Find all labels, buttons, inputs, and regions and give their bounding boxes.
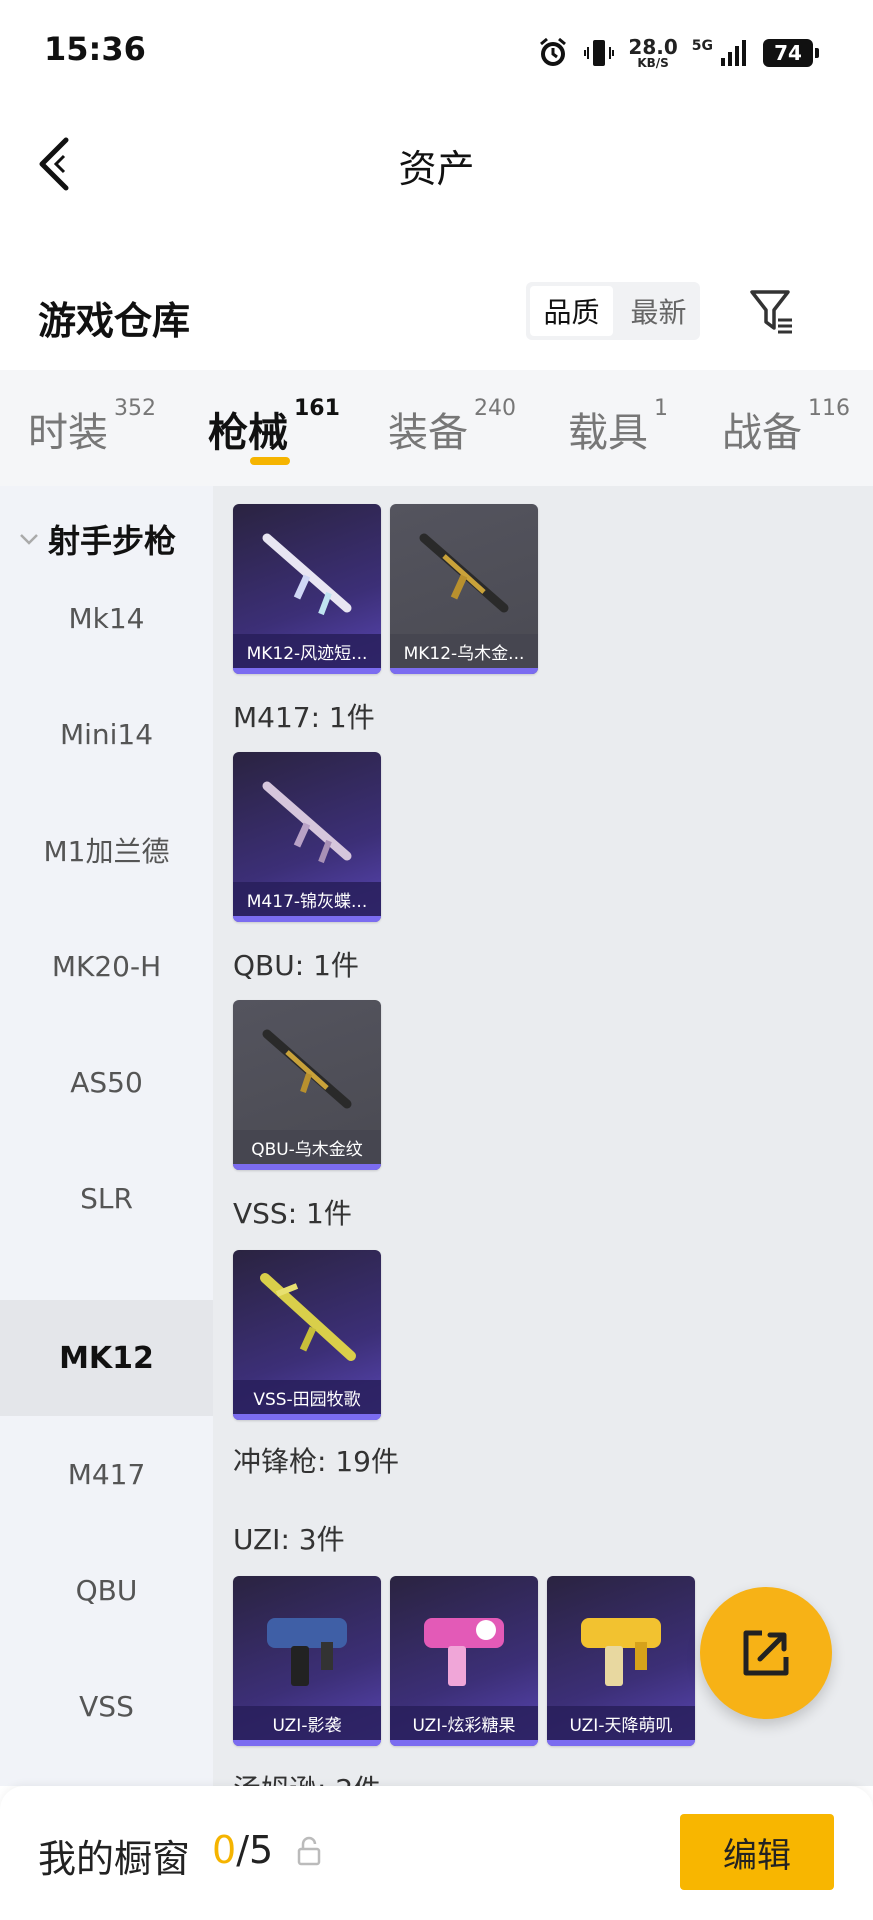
smg-icon (424, 1618, 504, 1686)
sidebar-item-m417[interactable]: M417 (0, 1416, 213, 1532)
sidebar-category[interactable]: 射手步枪 (18, 516, 176, 562)
rifle-icon (262, 781, 352, 864)
edit-button[interactable]: 编辑 (680, 1814, 834, 1890)
showcase-current: 0 (212, 1828, 237, 1872)
tab-label: 载具 (568, 410, 648, 456)
rarity-bar (547, 1740, 695, 1746)
weapon-card-label: MK12-风迹短... (233, 634, 381, 668)
weapon-card-label: MK12-乌木金... (390, 634, 538, 668)
signal-icon (721, 40, 746, 66)
net-speed-value: 28.0 (628, 35, 678, 59)
rarity-bar (233, 1164, 381, 1170)
sidebar-item-mk12[interactable]: MK12 (0, 1300, 213, 1416)
chevron-down-icon (20, 534, 38, 545)
sidebar-item-slr[interactable]: SLR (0, 1140, 213, 1256)
weapon-card[interactable]: M417-锦灰蝶... (233, 752, 381, 922)
weapon-sidebar: 射手步枪 Mk14 Mini14 M1加兰德 MK20-H AS50 SLR M… (0, 486, 213, 1786)
tab-count: 161 (294, 396, 340, 421)
weapon-card-label: UZI-天降萌叽 (547, 1706, 695, 1740)
battery-icon: 74 (763, 39, 819, 67)
tab-equipment[interactable]: 装备240 (388, 396, 516, 458)
smg-icon (581, 1618, 661, 1686)
tab-indicator (250, 457, 290, 465)
alarm-icon (540, 37, 567, 66)
tab-label: 战备 (722, 410, 802, 456)
net-speed: 28.0 KB/S (628, 37, 677, 69)
vibrate-icon (584, 40, 615, 66)
status-bar: 15:36 28.0 KB/S 5G 74 (0, 0, 873, 100)
showcase-bar: 我的橱窗 0/5 编辑 (0, 1786, 873, 1920)
section-header-qbu: QBU: 1件 (233, 949, 359, 982)
rifle-icon (260, 1273, 356, 1361)
weapon-card-label: UZI-影袭 (233, 1706, 381, 1740)
sidebar-category-label: 射手步枪 (48, 522, 177, 560)
status-icons: 28.0 KB/S 5G 74 (536, 30, 819, 76)
net-speed-unit: KB/S (637, 56, 669, 70)
sidebar-item-mk20h[interactable]: MK20-H (0, 908, 213, 1024)
rifle-icon (262, 533, 352, 616)
weapon-card[interactable]: UZI-天降萌叽 (547, 1576, 695, 1746)
sidebar-item-mk14[interactable]: Mk14 (0, 560, 213, 676)
section-header-vss: VSS: 1件 (233, 1197, 352, 1230)
weapon-card[interactable]: UZI-影袭 (233, 1576, 381, 1746)
weapon-card-label: M417-锦灰蝶... (233, 882, 381, 916)
tab-label: 枪械 (208, 410, 288, 456)
battery-level: 74 (774, 41, 802, 65)
smg-icon (267, 1618, 347, 1686)
tab-fashion[interactable]: 时装352 (28, 396, 156, 458)
status-time: 15:36 (44, 30, 146, 68)
rarity-bar (390, 668, 538, 674)
sidebar-item-m1-garand[interactable]: M1加兰德 (0, 792, 213, 908)
rifle-icon (419, 533, 509, 613)
rarity-bar (390, 1740, 538, 1746)
share-external-icon (743, 1630, 789, 1676)
weapon-card-label: VSS-田园牧歌 (233, 1380, 381, 1414)
rifle-icon (262, 1029, 352, 1109)
showcase-label: 我的橱窗 (38, 1837, 191, 1881)
section-header-uzi: UZI: 3件 (233, 1523, 345, 1556)
rarity-bar (233, 1740, 381, 1746)
weapon-card-label: UZI-炫彩糖果 (390, 1706, 538, 1740)
sidebar-item-qbu[interactable]: QBU (0, 1532, 213, 1648)
tab-count: 1 (654, 396, 668, 421)
tab-vehicles[interactable]: 载具1 (568, 396, 668, 458)
page-title: 资产 (398, 147, 475, 191)
network-type: 5G (691, 38, 713, 54)
tab-label: 装备 (388, 410, 468, 456)
weapon-card[interactable]: QBU-乌木金纹 (233, 1000, 381, 1170)
filter-icon[interactable] (748, 286, 796, 336)
weapon-card[interactable]: VSS-田园牧歌 (233, 1250, 381, 1420)
weapon-card-label: QBU-乌木金纹 (233, 1130, 381, 1164)
rarity-bar (233, 668, 381, 674)
sort-quality-button[interactable]: 品质 (530, 286, 613, 336)
tab-count: 116 (808, 396, 850, 421)
lock-icon (297, 1836, 321, 1866)
section-header-smg: 冲锋枪: 19件 (233, 1445, 399, 1478)
weapon-card[interactable]: MK12-风迹短... (233, 504, 381, 674)
tab-weapons[interactable]: 枪械161 (208, 396, 340, 458)
weapon-card[interactable]: MK12-乌木金... (390, 504, 538, 674)
tab-supplies[interactable]: 战备116 (722, 396, 850, 458)
tab-count: 352 (114, 396, 156, 421)
rarity-bar (233, 916, 381, 922)
sort-toggle: 品质 最新 (526, 282, 700, 340)
sidebar-item-vss[interactable]: VSS (0, 1648, 213, 1764)
share-button[interactable] (700, 1587, 832, 1719)
section-header-thompson: 汤姆逊: 2件 (233, 1768, 381, 1786)
showcase-total: /5 (236, 1828, 274, 1872)
tab-count: 240 (474, 396, 516, 421)
sidebar-item-mini14[interactable]: Mini14 (0, 676, 213, 792)
warehouse-title: 游戏仓库 (38, 299, 191, 343)
rarity-bar (233, 1414, 381, 1420)
weapon-card[interactable]: UZI-炫彩糖果 (390, 1576, 538, 1746)
category-tabs: 时装352 枪械161 装备240 载具1 战备116 (0, 370, 873, 486)
section-header-m417: M417: 1件 (233, 701, 375, 734)
sidebar-item-as50[interactable]: AS50 (0, 1024, 213, 1140)
tab-label: 时装 (28, 410, 108, 456)
sort-latest-button[interactable]: 最新 (617, 282, 700, 340)
showcase-count: 0/5 (212, 1828, 273, 1872)
